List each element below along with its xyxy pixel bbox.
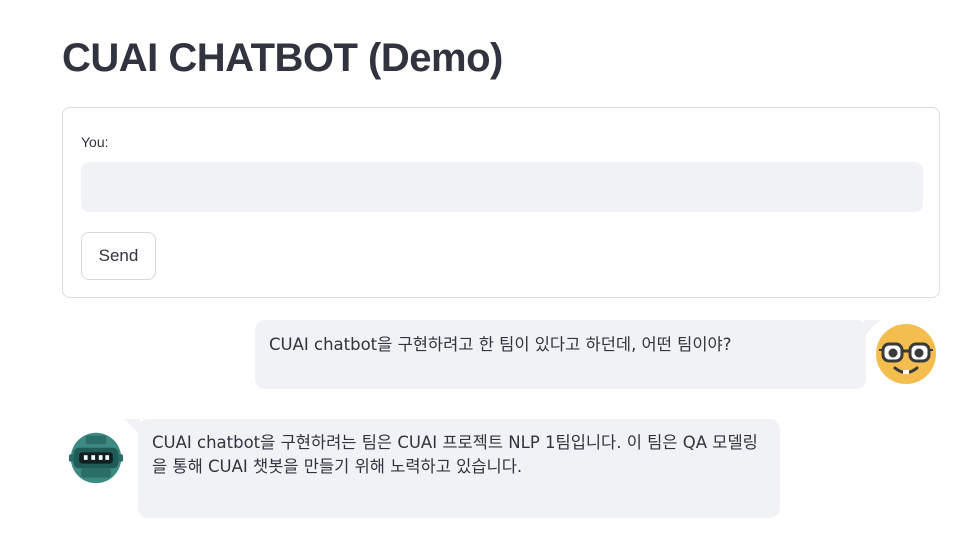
page-title: CUAI CHATBOT (Demo) xyxy=(62,36,503,80)
user-message-bubble: CUAI chatbot을 구현하려고 한 팀이 있다고 하던데, 어떤 팀이야… xyxy=(255,320,880,389)
chat-form: You: Send xyxy=(62,107,940,298)
nerd-face-icon xyxy=(876,324,936,384)
bot-message-bubble: CUAI chatbot을 구현하려는 팀은 CUAI 프로젝트 NLP 1팀입… xyxy=(124,419,780,518)
input-label: You: xyxy=(81,134,109,150)
send-button[interactable]: Send xyxy=(81,232,156,280)
chat-page: CUAI CHATBOT (Demo) You: Send CUAI chatb… xyxy=(0,0,977,533)
message-input[interactable] xyxy=(81,162,923,212)
robot-icon xyxy=(68,432,124,484)
